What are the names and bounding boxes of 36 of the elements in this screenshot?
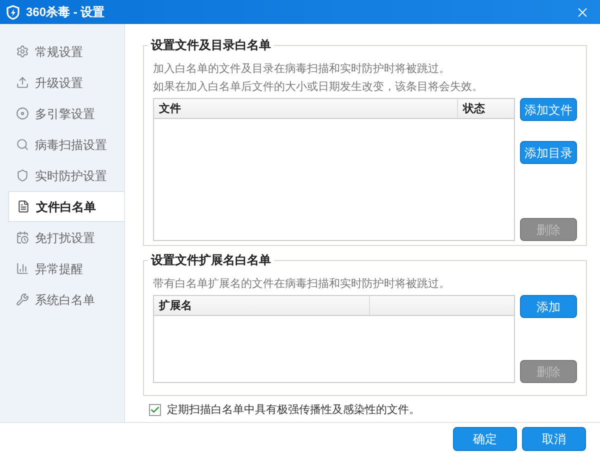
upload-icon [16,76,29,89]
checkbox-label: 定期扫描白名单中具有极强传播性及感染性的文件。 [167,402,420,418]
sidebar-item[interactable]: 常规设置 [8,36,124,67]
sidebar-item[interactable]: 免打扰设置 [8,222,124,253]
sidebar-item[interactable]: 实时防护设置 [8,160,124,191]
cancel-button[interactable]: 取消 [522,426,586,450]
bar-chart-icon [16,262,29,275]
sidebar-item[interactable]: 升级设置 [8,67,124,98]
column-header: 状态 [457,99,514,118]
add-button[interactable]: 添加文件 [520,98,577,121]
sidebar-item[interactable]: 异常提醒 [8,253,124,284]
column-header: 扩展名 [154,296,370,315]
description-text: 加入白名单的文件及目录在病毒扫描和实时防护时将被跳过。 [153,62,451,77]
description-text: 如果在加入白名单后文件的大小或日期发生改变，该条目将会失效。 [153,80,484,95]
sidebar-item[interactable]: 病毒扫描设置 [8,129,124,160]
checkbox[interactable] [149,404,161,416]
shield-lightning-icon [6,4,20,20]
disc-icon [16,107,29,120]
sidebar-item[interactable]: 系统白名单 [8,284,124,315]
gear-icon [16,45,29,58]
add-button[interactable]: 添加目录 [520,141,577,164]
group-title: 设置文件扩展名白名单 [148,252,274,268]
description-text: 带有白名单扩展名的文件在病毒扫描和实时防护时将被跳过。 [153,276,451,292]
ok-button[interactable]: 确定 [453,426,517,450]
document-icon [17,200,30,213]
wrench-icon [16,293,29,306]
add-button[interactable]: 添加 [520,295,577,318]
sidebar-item[interactable]: 多引擎设置 [8,98,124,129]
group-title: 设置文件及目录白名单 [148,37,274,53]
column-header: 文件 [158,102,182,117]
search-icon [16,138,29,151]
window-title: 360杀毒 - 设置 [26,4,105,21]
sidebar-item[interactable]: 文件白名单 [8,191,124,222]
calendar-clock-icon [16,231,29,244]
shield-icon [16,169,29,182]
check-icon [150,405,160,416]
